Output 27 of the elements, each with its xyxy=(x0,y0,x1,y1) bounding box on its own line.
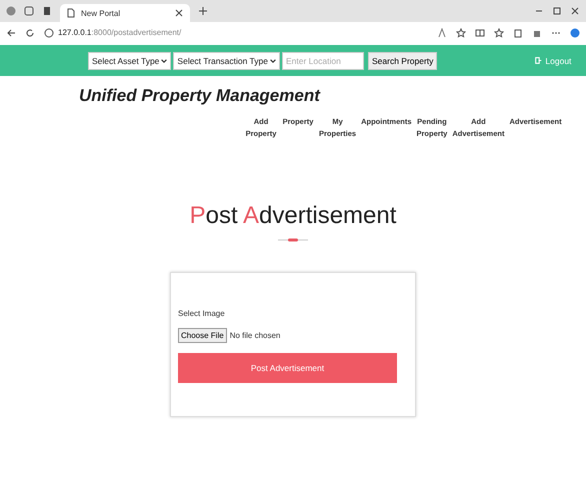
logout-icon xyxy=(535,57,542,64)
page-icon xyxy=(66,8,76,18)
asset-type-dropdown[interactable]: Select Asset Type xyxy=(88,52,172,70)
address-bar[interactable]: 127.0.0.1:8000/postadvertisement/ xyxy=(44,28,428,38)
split-screen-icon[interactable] xyxy=(475,28,485,38)
caret-icon xyxy=(270,58,276,64)
star-icon[interactable] xyxy=(456,28,466,38)
maximize-icon[interactable] xyxy=(552,6,562,16)
choose-file-button[interactable]: Choose File xyxy=(178,328,227,343)
back-icon[interactable] xyxy=(6,28,16,38)
favorites-icon[interactable] xyxy=(494,28,504,38)
site-title: Unified Property Management xyxy=(79,86,322,106)
location-field[interactable]: Enter Location xyxy=(282,52,364,70)
new-tab-icon[interactable] xyxy=(198,6,208,16)
caret-icon xyxy=(161,58,168,64)
browser-tab[interactable]: New Portal xyxy=(60,4,190,22)
refresh-icon[interactable] xyxy=(25,28,35,38)
profile-icon[interactable] xyxy=(6,6,16,16)
field-label: Select Image xyxy=(178,309,226,318)
copilot-icon[interactable] xyxy=(570,28,580,38)
transaction-type-dropdown[interactable]: Select Transaction Type xyxy=(173,52,280,70)
close-icon[interactable] xyxy=(570,6,580,16)
page-heading: Post Advertisement xyxy=(190,202,396,230)
close-icon[interactable] xyxy=(174,8,184,18)
heading-divider xyxy=(278,238,308,242)
file-status: No file chosen xyxy=(230,331,280,340)
search-button[interactable]: Search Property xyxy=(368,52,438,70)
